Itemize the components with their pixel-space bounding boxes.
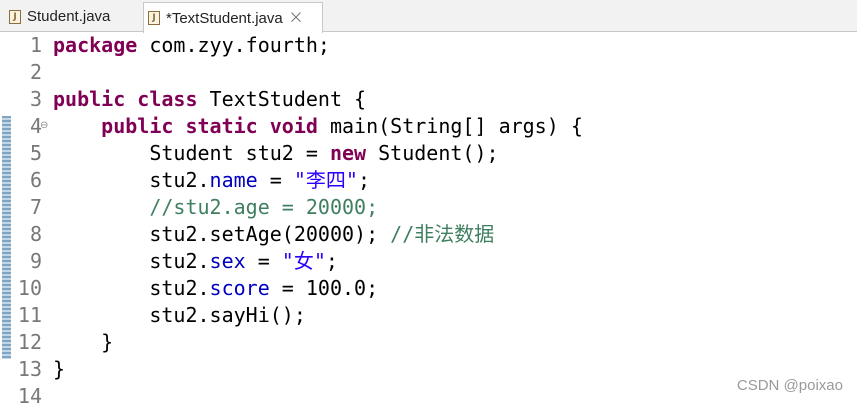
java-file-icon: J — [9, 9, 21, 24]
code-line: 8 stu2.setAge(20000); //非法数据 — [0, 221, 857, 248]
line-number: 9 — [29, 249, 42, 273]
code-text: } — [53, 357, 66, 381]
code-line: 4 ⊖ public static void main(String[] arg… — [0, 113, 857, 140]
code-text: } — [101, 330, 114, 354]
watermark: CSDN @poixao — [736, 377, 843, 394]
fold-collapse-icon[interactable]: ⊖ — [40, 120, 48, 131]
code-text: stu2.sayHi(); — [149, 303, 306, 327]
line-number: 11 — [17, 303, 42, 327]
code-text: stu2.score = 100.0; — [149, 276, 379, 300]
code-line: 11 stu2.sayHi(); — [0, 302, 857, 329]
line-number: 10 — [17, 276, 42, 300]
code-text: stu2.setAge(20000); //非法数据 — [149, 222, 495, 246]
code-line: 6 stu2.name = "李四"; — [0, 167, 857, 194]
line-number: 7 — [29, 195, 42, 219]
code-line: 12 } — [0, 329, 857, 356]
line-number: 8 — [29, 222, 42, 246]
line-number: 3 — [29, 87, 42, 111]
code-line: 7 //stu2.age = 20000; — [0, 194, 857, 221]
code-text: public static void main(String[] args) { — [101, 114, 583, 138]
line-number: 6 — [29, 168, 42, 192]
java-file-icon: J — [148, 11, 160, 25]
tab-label: *TextStudent.java — [166, 9, 283, 27]
code-text: //stu2.age = 20000; — [149, 195, 379, 219]
tab-student-java[interactable]: J Student.java — [5, 3, 137, 30]
code-line: 1 package com.zyy.fourth; — [0, 32, 857, 59]
line-number: 5 — [29, 141, 42, 165]
close-icon[interactable]: ⨉ — [291, 10, 301, 26]
line-number: 4 — [29, 114, 42, 138]
code-line: 10 stu2.score = 100.0; — [0, 275, 857, 302]
line-number: 13 — [17, 357, 42, 381]
code-line: 3 public class TextStudent { — [0, 86, 857, 113]
code-line: 13 } — [0, 356, 857, 383]
code-text: public class TextStudent { — [53, 87, 367, 111]
code-line: 5 Student stu2 = new Student(); — [0, 140, 857, 167]
tab-textstudent-java[interactable]: J *TextStudent.java ⨉ — [143, 2, 323, 33]
tab-label: Student.java — [27, 8, 111, 25]
code-text: package com.zyy.fourth; — [53, 33, 330, 57]
line-number: 2 — [29, 60, 42, 84]
editor-tab-bar: J Student.java J *TextStudent.java ⨉ — [0, 0, 857, 33]
code-line: 9 stu2.sex = "女"; — [0, 248, 857, 275]
code-text: stu2.sex = "女"; — [149, 249, 338, 273]
code-editor[interactable]: 1 package com.zyy.fourth; 2 3 public cla… — [0, 32, 857, 408]
line-number: 1 — [29, 33, 42, 57]
code-line: 2 — [0, 59, 857, 86]
code-text: Student stu2 = new Student(); — [149, 141, 499, 165]
code-text: stu2.name = "李四"; — [149, 168, 370, 192]
line-number: 12 — [17, 330, 42, 354]
